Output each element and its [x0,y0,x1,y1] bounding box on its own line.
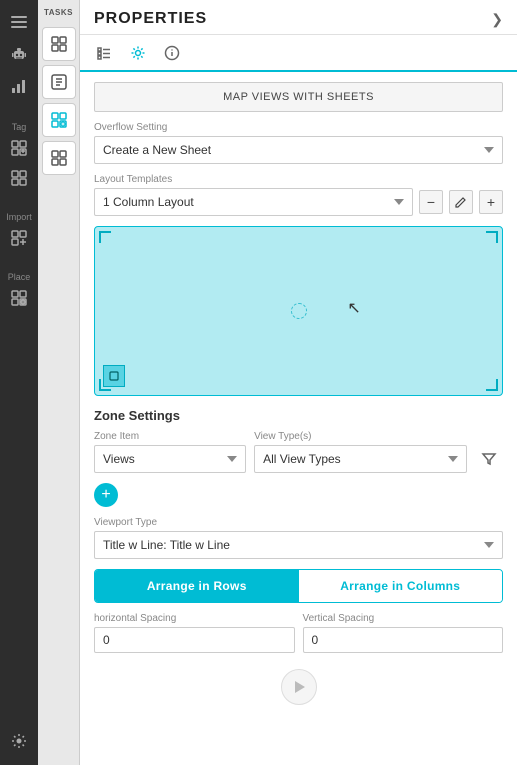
place-label: Place [8,272,31,282]
tab-info[interactable] [162,41,182,72]
tasks-panel-item-2[interactable] [42,65,76,99]
map-views-button[interactable]: MAP VIEWS WITH SHEETS [94,82,503,112]
vertical-spacing-input[interactable] [303,627,504,653]
tag-label: Tag [12,122,27,132]
panel-tabs [80,35,517,72]
layout-templates-select-wrap: 1 Column Layout [94,188,413,216]
cursor-icon: ↖ [347,298,360,318]
zone-settings-title: Zone Settings [94,408,503,423]
panel-body: MAP VIEWS WITH SHEETS Overflow Setting C… [80,72,517,765]
zone-item-label: Zone Item [94,431,246,442]
tag-item-2-icon[interactable] [5,164,33,192]
layout-templates-row: 1 Column Layout − + [94,188,503,216]
view-type-label: View Type(s) [254,431,467,442]
arrange-rows-button[interactable]: Arrange in Rows [95,570,299,602]
layout-edit-button[interactable] [449,190,473,214]
settings-bottom-icon[interactable] [5,727,33,755]
panel-header: PROPERTIES ❯ [80,0,517,35]
arrange-columns-button[interactable]: Arrange in Columns [299,570,503,602]
import-label: Import [6,212,32,222]
layout-templates-label: Layout Templates [94,174,503,185]
place-item-icon[interactable] [5,284,33,312]
tasks-panel-item-4[interactable] [42,141,76,175]
horizontal-spacing-field: horizontal Spacing [94,613,295,653]
tab-list[interactable] [94,42,114,71]
vertical-spacing-field: Vertical Spacing [303,613,504,653]
tasks-panel-item-1[interactable] [42,27,76,61]
layout-canvas: ↖ [94,226,503,396]
tasks-panel: TASKS [38,0,80,765]
vertical-spacing-label: Vertical Spacing [303,613,504,624]
view-type-select[interactable]: All View Types [254,445,467,473]
canvas-zone-indicator [103,365,125,387]
canvas-corner-tr [486,231,498,243]
viewport-type-select[interactable]: Title w Line: Title w Line [94,531,503,559]
layout-templates-select[interactable]: 1 Column Layout [94,188,413,216]
overflow-setting-group: Overflow Setting Create a New Sheet [94,122,503,164]
view-type-group: View Type(s) All View Types [254,431,467,473]
add-zone-button[interactable]: + [94,483,118,507]
viewport-type-group: Viewport Type Title w Line: Title w Line [94,517,503,559]
properties-panel: PROPERTIES ❯ MAP VIE [80,0,517,765]
tab-gear[interactable] [128,41,148,72]
chart-icon[interactable] [5,72,33,100]
canvas-corner-br [486,379,498,391]
import-item-icon[interactable] [5,224,33,252]
overflow-setting-label: Overflow Setting [94,122,503,133]
zone-settings-row: Zone Item Views View Type(s) All View Ty… [94,431,503,473]
layout-templates-group: Layout Templates 1 Column Layout − + [94,174,503,216]
overflow-setting-select[interactable]: Create a New Sheet [94,136,503,164]
layout-plus-button[interactable]: + [479,190,503,214]
viewport-type-label: Viewport Type [94,517,503,528]
tasks-panel-item-3[interactable] [42,103,76,137]
arrange-buttons: Arrange in Rows Arrange in Columns [94,569,503,603]
panel-close-button[interactable]: ❯ [491,11,503,28]
layout-minus-button[interactable]: − [419,190,443,214]
robot-icon[interactable] [5,40,33,68]
tasks-title: TASKS [44,8,73,17]
horizontal-spacing-label: horizontal Spacing [94,613,295,624]
play-button[interactable] [281,669,317,705]
canvas-corner-tl [99,231,111,243]
spacing-row: horizontal Spacing Vertical Spacing [94,613,503,653]
tag-item-1-icon[interactable] [5,134,33,162]
menu-icon[interactable] [5,8,33,36]
left-sidebar: Tag Import [0,0,38,765]
zone-item-group: Zone Item Views [94,431,246,473]
zone-item-select[interactable]: Views [94,445,246,473]
panel-title: PROPERTIES [94,10,207,28]
canvas-center-dot [291,303,307,319]
horizontal-spacing-input[interactable] [94,627,295,653]
play-button-wrap [94,665,503,713]
filter-icon[interactable] [475,445,503,473]
